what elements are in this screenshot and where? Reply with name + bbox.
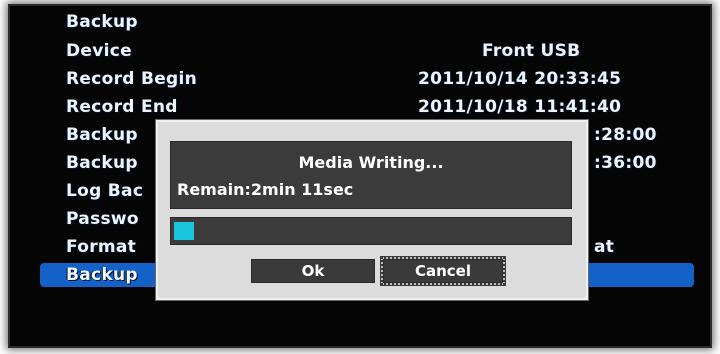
menu-label: Format: [66, 237, 137, 257]
menu-label: Record End: [66, 97, 178, 117]
remaining-time: Remain:2min 11sec: [177, 180, 354, 199]
dialog-title: Media Writing...: [298, 153, 444, 172]
message-panel: Media Writing... Remain:2min 11sec: [170, 141, 572, 209]
menu-item-device[interactable]: Device Front USB: [8, 38, 712, 64]
ok-button[interactable]: Ok: [251, 259, 375, 283]
record-begin-value[interactable]: 2011/10/14 20:33:45: [418, 66, 621, 92]
format-value: at: [594, 237, 615, 257]
progress-bar: [170, 217, 572, 245]
menu-label: Backup: [66, 12, 138, 32]
backup-2-value: :36:00: [594, 153, 657, 173]
menu-label: Backup: [66, 265, 138, 285]
menu-item-record-begin[interactable]: Record Begin 2011/10/14 20:33:45: [8, 66, 712, 92]
media-writing-dialog: Media Writing... Remain:2min 11sec Ok Ca…: [156, 120, 588, 300]
dvr-screen: Backup Device Front USB Record Begin 201…: [8, 4, 712, 348]
menu-header-backup: Backup: [8, 9, 712, 35]
menu-label: Device: [66, 41, 132, 61]
device-value[interactable]: Front USB: [482, 38, 580, 64]
menu-label: Backup: [66, 153, 138, 173]
menu-label: Log Bac: [66, 181, 144, 201]
record-end-value[interactable]: 2011/10/18 11:41:40: [418, 94, 621, 120]
menu-label: Passwo: [66, 209, 139, 229]
cancel-button[interactable]: Cancel: [381, 257, 505, 285]
menu-item-record-end[interactable]: Record End 2011/10/18 11:41:40: [8, 94, 712, 120]
menu-label: Backup: [66, 125, 138, 145]
progress-fill: [174, 222, 194, 240]
menu-label: Record Begin: [66, 69, 198, 89]
backup-1-value: :28:00: [594, 125, 657, 145]
